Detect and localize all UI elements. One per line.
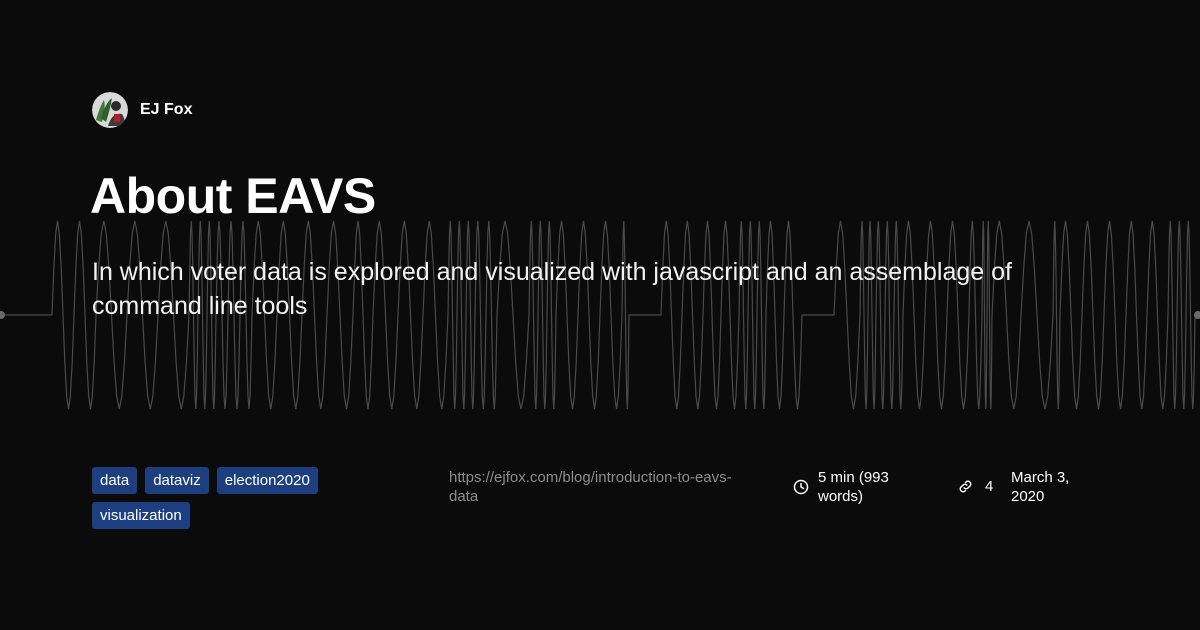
author-name[interactable]: EJ Fox xyxy=(140,101,192,119)
avatar xyxy=(92,92,128,128)
link-icon xyxy=(959,480,972,493)
links-count-value: 4 xyxy=(985,478,994,495)
tag-list: data dataviz election2020 visualization xyxy=(92,467,372,529)
tag-visualization[interactable]: visualization xyxy=(92,502,190,529)
tag-election2020[interactable]: election2020 xyxy=(216,467,318,494)
clock-icon xyxy=(793,479,809,495)
links-count: 4 xyxy=(957,477,993,496)
reading-time-text: 5 min (993 words) xyxy=(818,469,889,505)
tag-dataviz[interactable]: dataviz xyxy=(145,467,209,494)
waveform-end-dot xyxy=(1194,311,1200,319)
post-title: About EAVS xyxy=(90,168,376,224)
tag-data[interactable]: data xyxy=(92,467,138,494)
post-subtitle: In which voter data is explored and visu… xyxy=(92,258,1012,320)
author-byline: EJ Fox xyxy=(92,92,192,128)
post-date: March 3, 2020 xyxy=(1011,469,1070,505)
post-url[interactable]: https://ejfox.com/blog/introduction-to-e… xyxy=(449,468,759,506)
waveform-start-dot xyxy=(0,311,5,319)
reading-time: 5 min (993 words) xyxy=(793,468,928,506)
